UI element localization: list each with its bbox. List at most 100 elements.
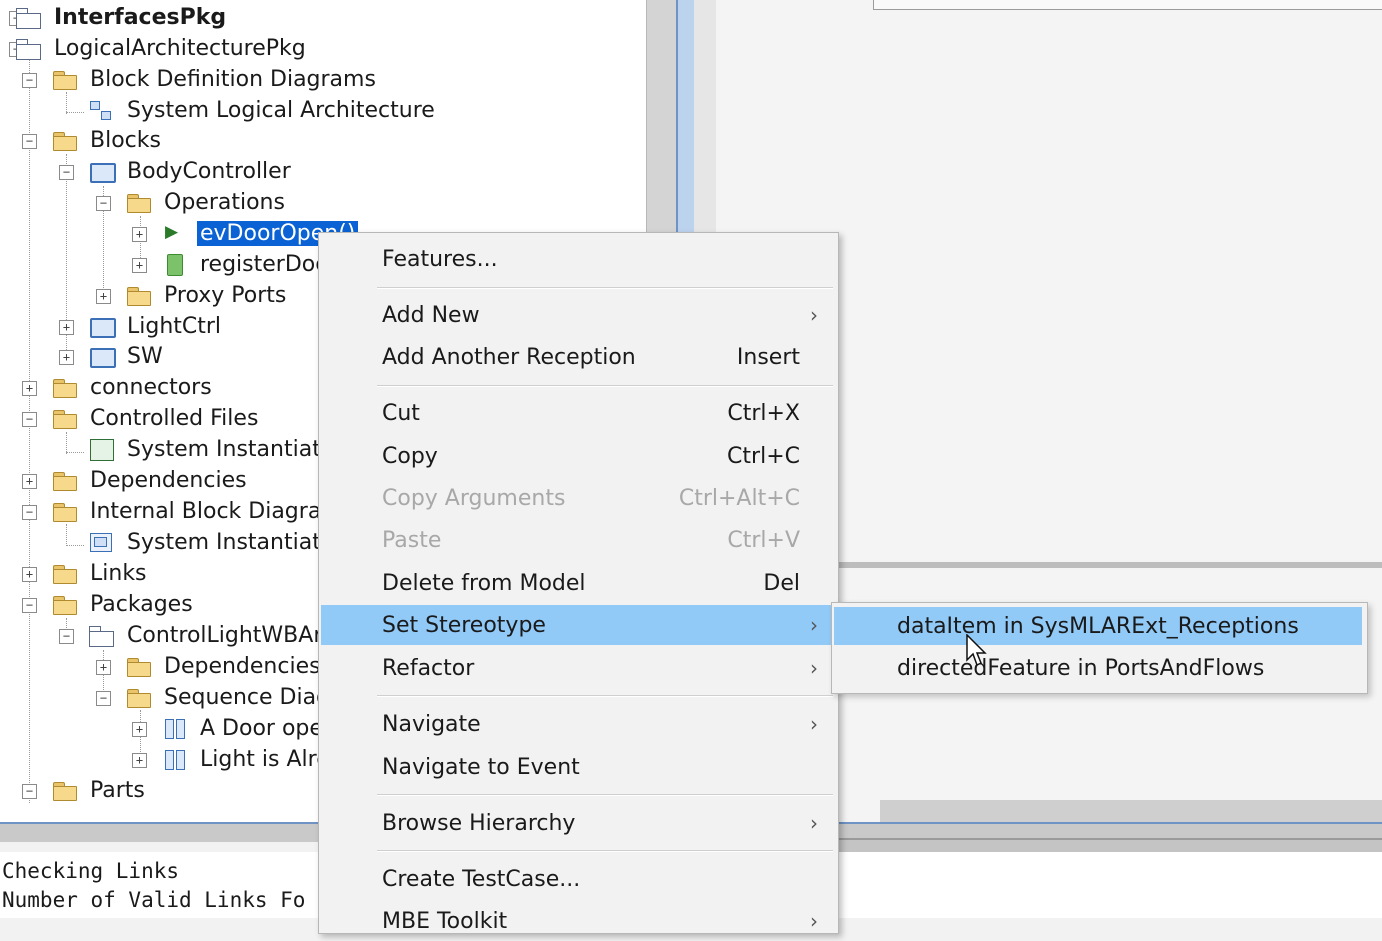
tree-item-dependencies-nested[interactable]: + Dependencies	[96, 651, 324, 681]
menu-separator	[377, 385, 833, 387]
menu-item-cut[interactable]: Cut Ctrl+X	[321, 393, 836, 433]
tree-item-block-definition-diagrams[interactable]: − Block Definition Diagrams	[22, 64, 379, 94]
menu-item-label: Add New	[382, 302, 480, 328]
menu-item-label: Navigate	[382, 711, 481, 737]
expand-icon[interactable]: +	[59, 350, 74, 365]
menu-separator	[377, 794, 833, 796]
tree-item-interfacespkg[interactable]: − InterfacesPkg	[9, 2, 229, 32]
expand-icon[interactable]: +	[22, 474, 37, 489]
menu-item-browse-hierarchy[interactable]: Browse Hierarchy ›	[321, 803, 836, 843]
tree-item-system-instantiation-ibd[interactable]: System Instantiatic	[89, 527, 342, 557]
menu-item-add-new[interactable]: Add New ›	[321, 295, 836, 335]
menu-item-navigate-to-event[interactable]: Navigate to Event	[321, 747, 836, 787]
collapse-icon[interactable]: −	[22, 412, 37, 427]
collapse-icon[interactable]: −	[22, 73, 37, 88]
collapse-icon[interactable]: −	[22, 598, 37, 613]
editor-field[interactable]	[873, 0, 1382, 10]
tree-item-system-instantiation-file[interactable]: System Instantiatic	[89, 434, 342, 464]
menu-item-add-another-reception[interactable]: Add Another Reception Insert	[321, 337, 836, 377]
menu-item-refactor[interactable]: Refactor ›	[321, 648, 836, 688]
tree-item-controlled-files[interactable]: − Controlled Files	[22, 403, 261, 433]
collapse-icon[interactable]: −	[22, 134, 37, 149]
submenu-item-dataitem[interactable]: dataItem in SysMLARExt_Receptions	[834, 607, 1362, 645]
tree-item-internal-block-diagrams[interactable]: − Internal Block Diagram	[22, 496, 346, 526]
folder-icon	[52, 68, 78, 90]
operation-icon	[162, 253, 188, 276]
output-line: Number of Valid Links Fo	[2, 888, 306, 912]
expand-icon[interactable]: +	[59, 320, 74, 335]
tree-item-label: LightCtrl	[127, 313, 222, 339]
collapse-icon[interactable]: −	[96, 196, 111, 211]
tree-item-a-door-opened[interactable]: + A Door ope	[132, 713, 326, 743]
tree-item-label: System Instantiatic	[127, 529, 340, 555]
tree-item-label: Packages	[90, 591, 193, 617]
tree-guide-line	[29, 58, 30, 803]
menu-item-set-stereotype[interactable]: Set Stereotype ›	[321, 605, 836, 645]
output-line: Checking Links	[2, 859, 180, 883]
menu-item-features[interactable]: Features...	[321, 239, 836, 279]
menu-item-navigate[interactable]: Navigate ›	[321, 704, 836, 744]
expand-icon[interactable]: +	[132, 722, 147, 737]
tree-item-label: Sequence Diag	[164, 684, 331, 710]
tree-item-operations[interactable]: − Operations	[96, 187, 288, 217]
expand-icon[interactable]: +	[132, 753, 147, 768]
menu-item-delete-from-model[interactable]: Delete from Model Del	[321, 563, 836, 603]
collapse-icon[interactable]: −	[59, 165, 74, 180]
tree-item-sequence-diagrams[interactable]: − Sequence Diag	[96, 682, 333, 712]
tree-item-label: registerDoc	[200, 251, 328, 277]
block-icon	[89, 160, 116, 183]
tree-item-dependencies[interactable]: + Dependencies	[22, 465, 250, 495]
folder-icon	[52, 593, 78, 615]
tree-item-logicalarchitecturepkg[interactable]: − LogicalArchitecturePkg	[9, 33, 309, 63]
tree-item-proxy-ports[interactable]: + Proxy Ports	[96, 280, 289, 310]
menu-item-mbe-toolkit[interactable]: MBE Toolkit ›	[321, 901, 836, 941]
folder-icon	[126, 284, 152, 306]
stereotype-submenu[interactable]: dataItem in SysMLARExt_Receptions direct…	[831, 602, 1368, 694]
tree-item-links[interactable]: + Links	[22, 558, 150, 588]
expand-icon[interactable]: +	[132, 227, 147, 242]
block-diagram-icon	[89, 99, 115, 121]
context-menu[interactable]: Features... Add New › Add Another Recept…	[318, 232, 839, 934]
tree-item-controllightwbar[interactable]: − ControlLightWBAr	[59, 620, 325, 650]
tree-item-lightctrl[interactable]: + LightCtrl	[59, 311, 224, 341]
tree-item-light-is-already[interactable]: + Light is Alre	[132, 744, 333, 774]
submenu-arrow-icon: ›	[810, 811, 818, 835]
menu-item-create-testcase[interactable]: Create TestCase...	[321, 859, 836, 899]
menu-item-label: Delete from Model	[382, 570, 586, 596]
tree-item-bodycontroller[interactable]: − BodyController	[59, 156, 294, 186]
tree-item-connectors[interactable]: + connectors	[22, 372, 215, 402]
tree-guide-line	[66, 92, 67, 114]
block-icon	[89, 345, 116, 368]
menu-item-copy-arguments[interactable]: Copy Arguments Ctrl+Alt+C	[321, 478, 836, 518]
submenu-item-directedfeature[interactable]: directedFeature in PortsAndFlows	[834, 649, 1362, 687]
tree-item-system-logical-architecture[interactable]: System Logical Architecture	[89, 95, 438, 125]
tree-item-label: Proxy Ports	[164, 282, 287, 308]
tree-item-label: A Door ope	[200, 715, 323, 741]
menu-item-shortcut: Ctrl+Alt+C	[678, 485, 800, 511]
package-icon	[89, 624, 115, 647]
collapse-icon[interactable]: −	[59, 629, 74, 644]
collapse-icon[interactable]: −	[22, 784, 37, 799]
expand-icon[interactable]: +	[22, 567, 37, 582]
submenu-arrow-icon: ›	[810, 909, 818, 933]
tree-item-label: Controlled Files	[90, 405, 259, 431]
menu-item-label: Paste	[382, 527, 442, 553]
collapse-icon[interactable]: −	[96, 691, 111, 706]
expand-icon[interactable]: +	[96, 660, 111, 675]
menu-separator	[377, 287, 833, 289]
tree-item-blocks[interactable]: − Blocks	[22, 125, 164, 155]
menu-item-copy[interactable]: Copy Ctrl+C	[321, 436, 836, 476]
expand-icon[interactable]: +	[22, 381, 37, 396]
menu-item-label: Features...	[382, 246, 498, 272]
tree-item-label: connectors	[90, 374, 212, 400]
tree-item-sw[interactable]: + SW	[59, 341, 166, 371]
menu-item-paste[interactable]: Paste Ctrl+V	[321, 520, 836, 560]
tree-item-label: System Logical Architecture	[127, 97, 435, 123]
tree-item-parts[interactable]: − Parts	[22, 775, 148, 805]
menu-item-label: Set Stereotype	[382, 612, 546, 638]
tree-item-packages[interactable]: − Packages	[22, 589, 196, 619]
collapse-icon[interactable]: −	[22, 505, 37, 520]
expand-icon[interactable]: +	[96, 289, 111, 304]
expand-icon[interactable]: +	[132, 258, 147, 273]
tree-item-registerdoc[interactable]: + registerDoc	[132, 249, 330, 279]
